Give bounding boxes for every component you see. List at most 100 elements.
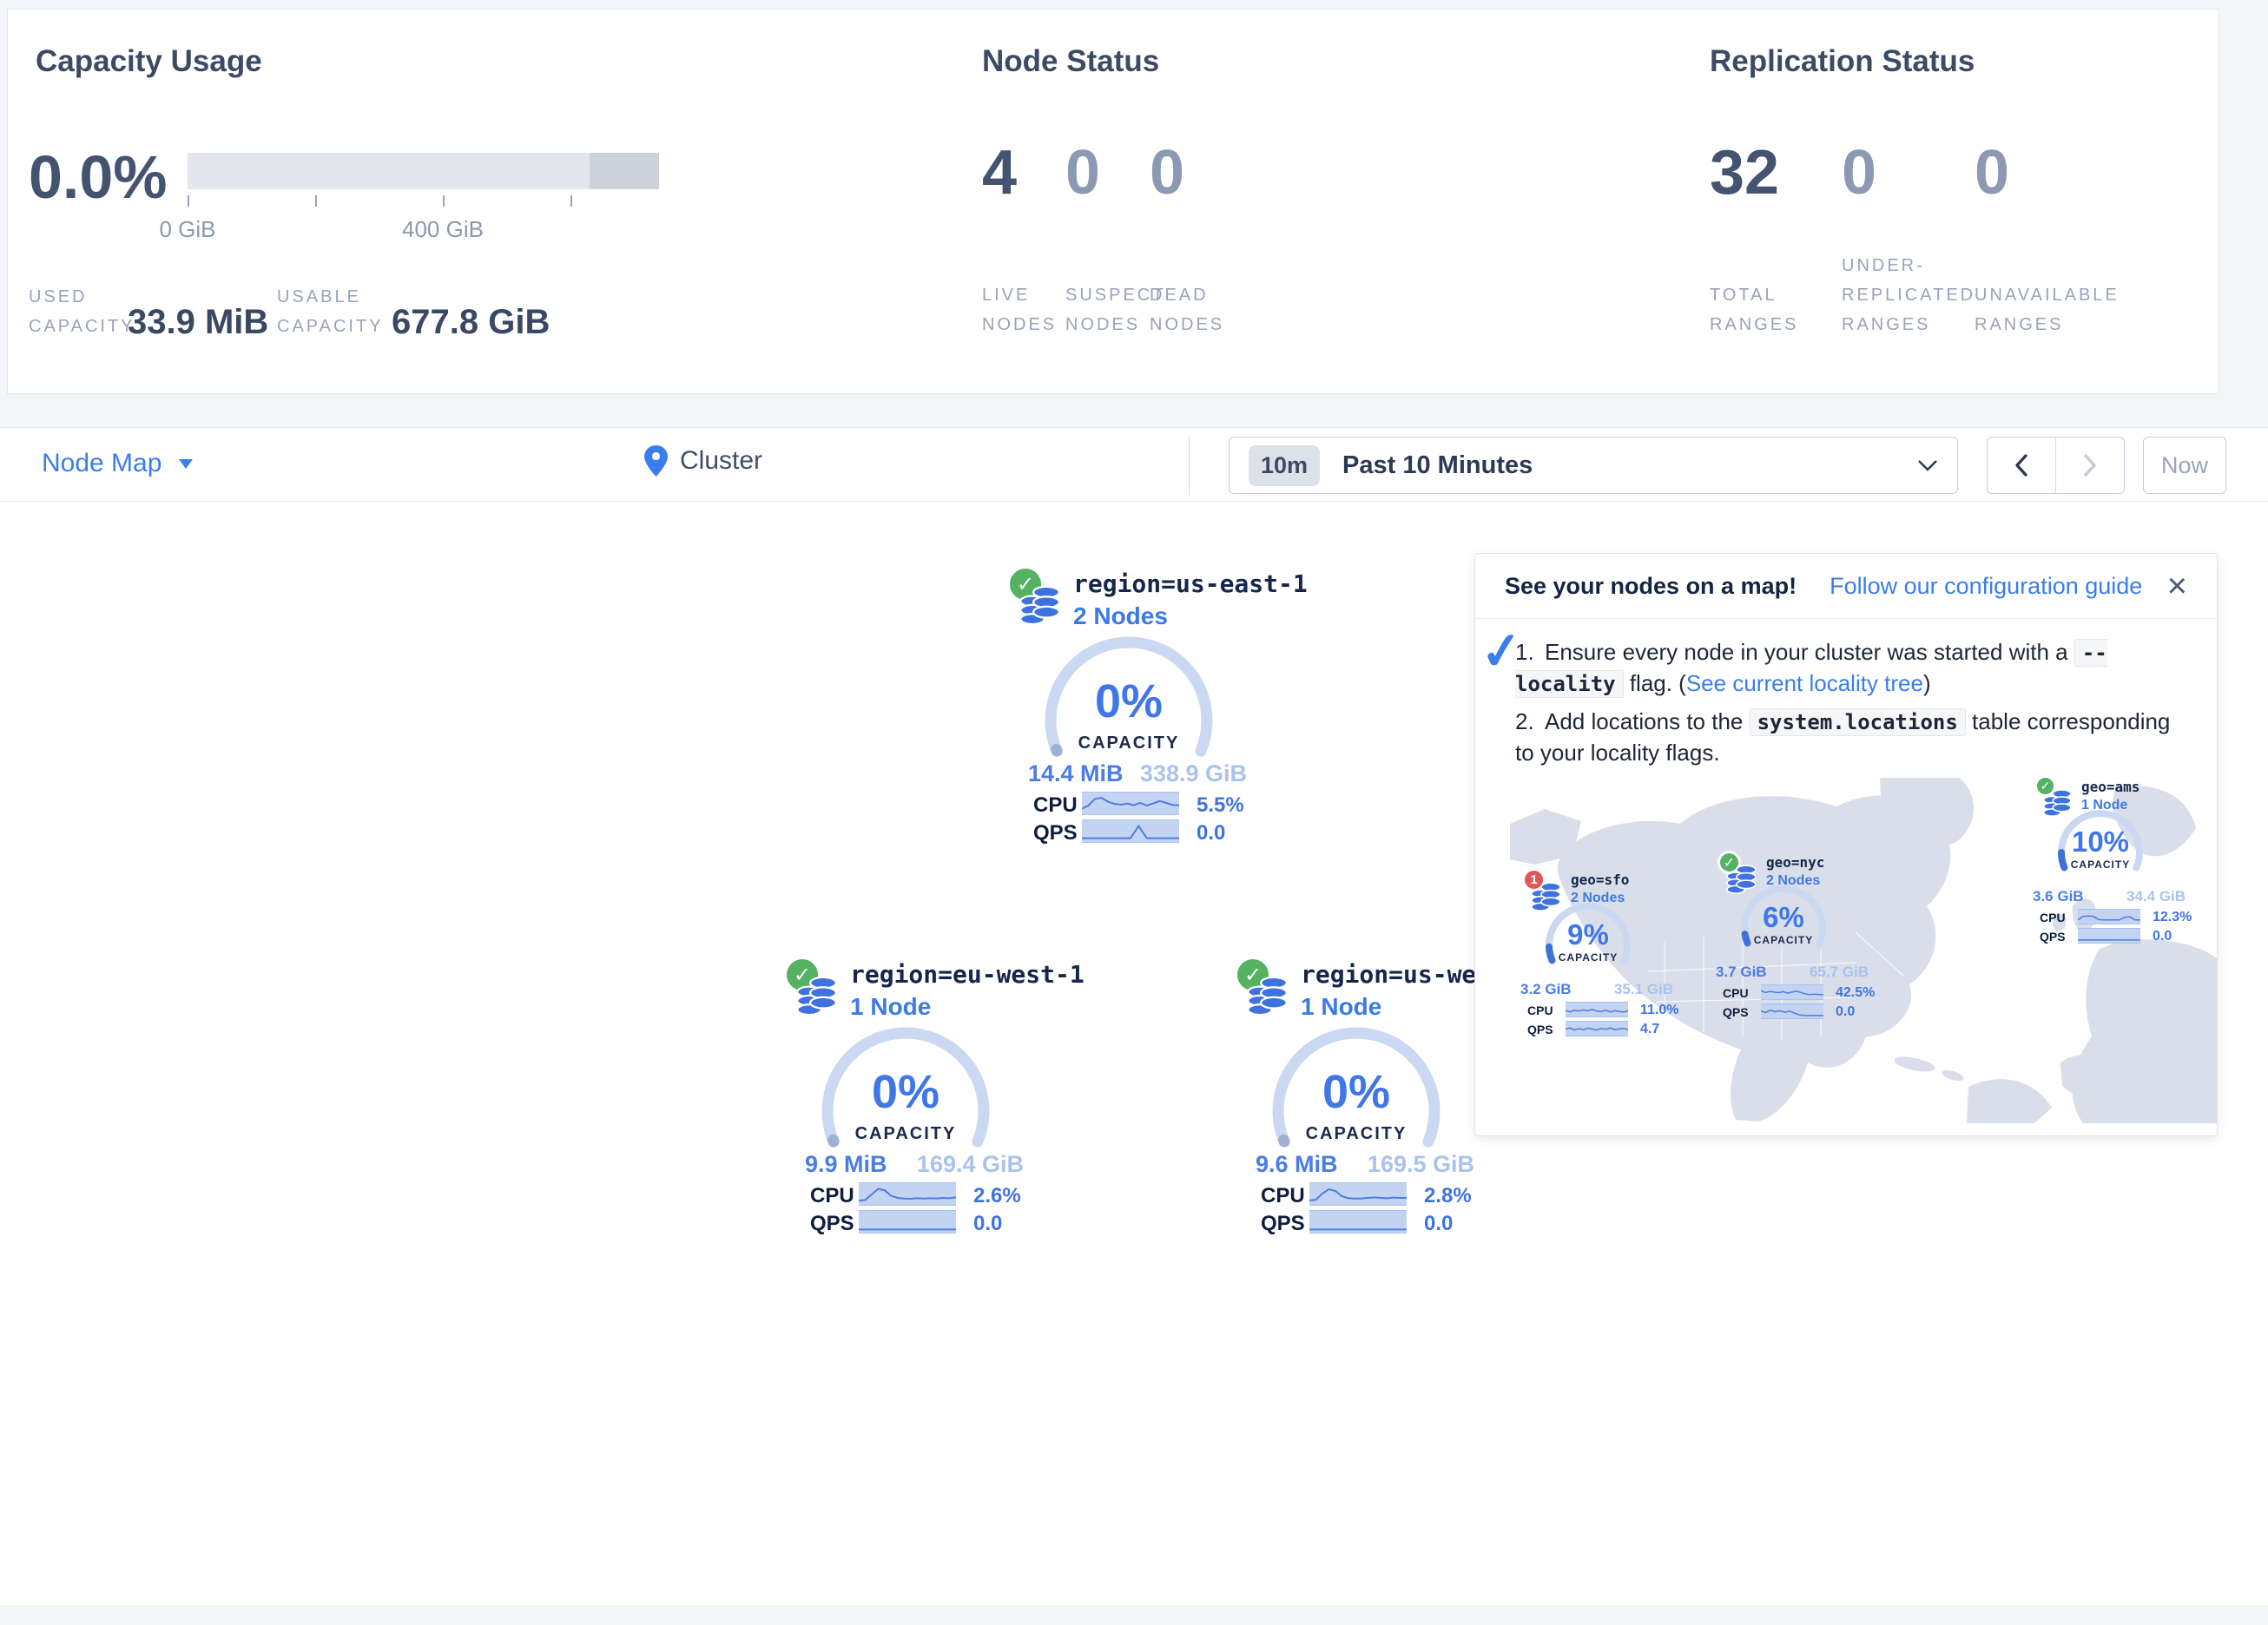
capacity-usage-bar bbox=[188, 153, 659, 189]
capacity-percent: 0% bbox=[1042, 674, 1216, 728]
capacity-gauge: 6% CAPACITY bbox=[1736, 880, 1831, 964]
cpu-label: CPU bbox=[1261, 1184, 1305, 1208]
popup-title: See your nodes on a map! bbox=[1505, 573, 1797, 600]
capacity-values: 9.6 MiB 169.5 GiB bbox=[1235, 1151, 1495, 1178]
time-back-button[interactable] bbox=[1988, 438, 2056, 493]
capacity-values: 3.6 GiB 34.4 GiB bbox=[2033, 888, 2186, 905]
capacity-percent: 9% bbox=[1540, 918, 1636, 951]
popup-header: See your nodes on a map! Follow our conf… bbox=[1475, 554, 2217, 619]
qps-value: 0.0 bbox=[2153, 929, 2172, 944]
qps-label: QPS bbox=[2040, 930, 2066, 944]
qps-sparkline bbox=[2078, 928, 2140, 944]
cluster-overview-page: Capacity Usage 0.0% 0 GiB 400 GiB USED C… bbox=[0, 0, 2268, 1625]
breadcrumb[interactable]: Cluster bbox=[644, 445, 762, 477]
cpu-value: 42.5% bbox=[1836, 985, 1875, 1001]
capacity-label: CAPACITY bbox=[1736, 934, 1831, 946]
cpu-sparkline bbox=[1082, 792, 1179, 815]
cpu-label: CPU bbox=[1527, 1003, 1553, 1017]
capacity-values: 3.7 GiB 65.7 GiB bbox=[1716, 964, 1869, 981]
configuration-guide-link[interactable]: Follow our configuration guide bbox=[1830, 573, 2142, 600]
region-nodes-link[interactable]: 1 Node bbox=[850, 993, 931, 1021]
qps-sparkline bbox=[1082, 819, 1179, 843]
system-locations-code: system.locations bbox=[1750, 708, 1966, 736]
cpu-sparkline bbox=[1309, 1182, 1407, 1206]
capacity-label: CAPACITY bbox=[819, 1124, 992, 1144]
region-nodes-link[interactable]: 1 Node bbox=[1301, 993, 1381, 1021]
capacity-usage-title: Capacity Usage bbox=[36, 44, 262, 79]
live-nodes-label: LIVE NODES bbox=[982, 280, 1057, 339]
capacity-total: 338.9 GiB bbox=[1140, 760, 1247, 787]
region-card-eu-west-1[interactable]: ✓ region=eu-west-1 1 Node 0% CAPACITY 9.… bbox=[784, 955, 1045, 1241]
qps-sparkline bbox=[1761, 1003, 1823, 1019]
toolbar-divider bbox=[1189, 435, 1190, 496]
cpu-value: 2.8% bbox=[1424, 1184, 1472, 1208]
capacity-used: 9.9 MiB bbox=[805, 1151, 887, 1178]
capacity-gauge: 9% CAPACITY bbox=[1540, 898, 1636, 981]
capacity-axis-tick-400: 400 GiB bbox=[382, 216, 504, 243]
map-node-name: geo=ams bbox=[2081, 779, 2139, 795]
qps-sparkline bbox=[859, 1210, 956, 1234]
close-icon[interactable]: × bbox=[2167, 569, 2187, 603]
capacity-usage-bar-tip bbox=[590, 153, 659, 189]
region-card-us-east-1[interactable]: ✓ region=us-east-1 2 Nodes 0% CAPACITY 1… bbox=[1007, 564, 1268, 851]
map-toolbar: Node Map Cluster 10m Past 10 Minutes bbox=[0, 427, 2268, 502]
map-node-name: geo=sfo bbox=[1571, 872, 1629, 888]
qps-label: QPS bbox=[1527, 1023, 1553, 1036]
database-icon bbox=[1247, 974, 1287, 1016]
time-range-badge: 10m bbox=[1249, 445, 1320, 486]
chevron-left-icon bbox=[2014, 453, 2029, 477]
time-range-dropdown[interactable]: 10m Past 10 Minutes bbox=[1229, 437, 1958, 494]
now-button[interactable]: Now bbox=[2143, 437, 2226, 494]
under-replicated-ranges-value: 0 bbox=[1842, 141, 1876, 204]
summary-panel: Capacity Usage 0.0% 0 GiB 400 GiB USED C… bbox=[7, 9, 2219, 394]
total-ranges-label: TOTAL RANGES bbox=[1710, 280, 1798, 339]
qps-value: 0.0 bbox=[1424, 1212, 1453, 1236]
chevron-down-icon bbox=[1917, 459, 1938, 471]
cpu-sparkline bbox=[2078, 909, 2140, 924]
qps-label: QPS bbox=[1261, 1212, 1305, 1236]
capacity-gauge: 0% CAPACITY bbox=[1042, 636, 1216, 773]
locality-tree-link[interactable]: See current locality tree bbox=[1686, 670, 1923, 696]
bottom-strip bbox=[0, 1606, 2268, 1625]
capacity-total: 34.4 GiB bbox=[2126, 888, 2186, 905]
cpu-value: 2.6% bbox=[973, 1184, 1021, 1208]
capacity-values: 3.2 GiB 35.1 GiB bbox=[1520, 981, 1673, 998]
region-name: region=eu-west-1 bbox=[850, 960, 1085, 989]
under-replicated-ranges-label: UNDER- REPLICATED RANGES bbox=[1842, 251, 1975, 339]
qps-label: QPS bbox=[810, 1212, 854, 1236]
qps-value: 0.0 bbox=[1197, 821, 1225, 845]
database-icon bbox=[1019, 583, 1059, 625]
capacity-usage-percent: 0.0% bbox=[29, 147, 168, 207]
capacity-label: CAPACITY bbox=[1540, 951, 1636, 964]
dead-nodes-label: DEAD NODES bbox=[1150, 280, 1224, 339]
capacity-percent: 0% bbox=[819, 1065, 992, 1119]
capacity-total: 65.7 GiB bbox=[1810, 964, 1869, 981]
capacity-total: 169.4 GiB bbox=[917, 1151, 1024, 1178]
cpu-value: 12.3% bbox=[2153, 910, 2192, 925]
capacity-gauge: 0% CAPACITY bbox=[1269, 1027, 1443, 1164]
time-nav-arrows bbox=[1987, 437, 2125, 494]
unavailable-ranges-label: UNAVAILABLE RANGES bbox=[1975, 280, 2120, 339]
capacity-axis-tick-0: 0 GiB bbox=[127, 216, 248, 243]
capacity-label: CAPACITY bbox=[2053, 859, 2148, 871]
cpu-sparkline bbox=[1566, 1002, 1628, 1017]
node-status-title: Node Status bbox=[982, 44, 1159, 79]
region-nodes-link[interactable]: 2 Nodes bbox=[1073, 602, 1168, 630]
breadcrumb-cluster-label: Cluster bbox=[680, 446, 762, 476]
capacity-used: 3.7 GiB bbox=[1716, 964, 1767, 981]
view-selector[interactable]: Node Map bbox=[42, 449, 193, 478]
chevron-down-icon bbox=[179, 459, 193, 469]
capacity-values: 14.4 MiB 338.9 GiB bbox=[1007, 760, 1268, 787]
cpu-sparkline bbox=[859, 1182, 956, 1206]
cpu-value: 11.0% bbox=[1640, 1003, 1678, 1018]
region-card-us-west-1[interactable]: ✓ region=us-west-1 1 Node 0% CAPACITY 9.… bbox=[1235, 955, 1495, 1241]
suspect-nodes-value: 0 bbox=[1065, 141, 1100, 204]
cpu-label: CPU bbox=[1723, 986, 1749, 1000]
map-pin-icon bbox=[644, 445, 668, 477]
replication-status-title: Replication Status bbox=[1710, 44, 1975, 79]
capacity-total: 169.5 GiB bbox=[1368, 1151, 1474, 1178]
total-ranges-value: 32 bbox=[1710, 141, 1779, 204]
time-range-label: Past 10 Minutes bbox=[1342, 451, 1533, 480]
time-forward-button[interactable] bbox=[2056, 438, 2124, 493]
capacity-percent: 10% bbox=[2053, 826, 2148, 859]
